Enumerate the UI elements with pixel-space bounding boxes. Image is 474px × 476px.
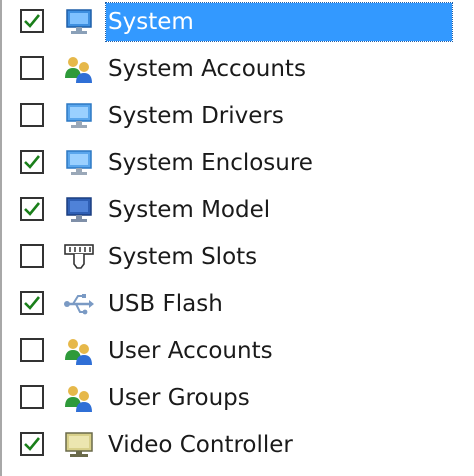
checkbox-unchecked[interactable] bbox=[20, 103, 44, 127]
usb-icon bbox=[62, 289, 96, 319]
monitor-dark-icon bbox=[62, 195, 96, 225]
tree-list[interactable]: System System Accounts System Drivers Sy… bbox=[2, 0, 474, 476]
slot-icon bbox=[62, 242, 96, 272]
tree-item-system[interactable]: System bbox=[2, 0, 474, 46]
tree-item-label: System Slots bbox=[108, 244, 258, 270]
tree-item-label: System Enclosure bbox=[108, 150, 313, 176]
checkbox-checked[interactable] bbox=[20, 291, 44, 315]
users-icon bbox=[62, 336, 96, 366]
tree-item-system-model[interactable]: System Model bbox=[2, 188, 474, 234]
checkbox-checked[interactable] bbox=[20, 150, 44, 174]
checkbox-unchecked[interactable] bbox=[20, 338, 44, 362]
checkbox-checked[interactable] bbox=[20, 197, 44, 221]
checkbox-unchecked[interactable] bbox=[20, 385, 44, 409]
tree-item-label: System Accounts bbox=[108, 56, 306, 82]
checkbox-unchecked[interactable] bbox=[20, 244, 44, 268]
users-icon bbox=[62, 383, 96, 413]
tree-item-user-accounts[interactable]: User Accounts bbox=[2, 329, 474, 375]
checkmark-icon bbox=[24, 155, 41, 169]
monitor-icon bbox=[62, 101, 96, 131]
checkmark-icon bbox=[24, 14, 41, 28]
display-icon bbox=[62, 430, 96, 460]
checkbox-unchecked[interactable] bbox=[20, 56, 44, 80]
users-icon bbox=[62, 54, 96, 84]
tree-item-user-groups[interactable]: User Groups bbox=[2, 376, 474, 422]
tree-item-label: System Model bbox=[108, 197, 271, 223]
tree-item-label: Video Controller bbox=[108, 432, 293, 458]
monitor-icon bbox=[62, 148, 96, 178]
checkbox-checked[interactable] bbox=[20, 9, 44, 33]
tree-item-label: USB Flash bbox=[108, 291, 223, 317]
checkmark-icon bbox=[24, 202, 41, 216]
tree-item-video-controller[interactable]: Video Controller bbox=[2, 423, 474, 469]
tree-item-system-enclosure[interactable]: System Enclosure bbox=[2, 141, 474, 187]
tree-item-label: System bbox=[105, 2, 453, 42]
checkbox-checked[interactable] bbox=[20, 432, 44, 456]
tree-item-label: User Groups bbox=[108, 385, 250, 411]
tree-item-label: System Drivers bbox=[108, 103, 284, 129]
tree-item-usb-flash[interactable]: USB Flash bbox=[2, 282, 474, 328]
tree-item-system-drivers[interactable]: System Drivers bbox=[2, 94, 474, 140]
tree-item-label: User Accounts bbox=[108, 338, 273, 364]
tree-item-system-accounts[interactable]: System Accounts bbox=[2, 47, 474, 93]
checkmark-icon bbox=[24, 437, 41, 451]
monitor-icon bbox=[62, 7, 96, 37]
checkmark-icon bbox=[24, 296, 41, 310]
tree-item-system-slots[interactable]: System Slots bbox=[2, 235, 474, 281]
